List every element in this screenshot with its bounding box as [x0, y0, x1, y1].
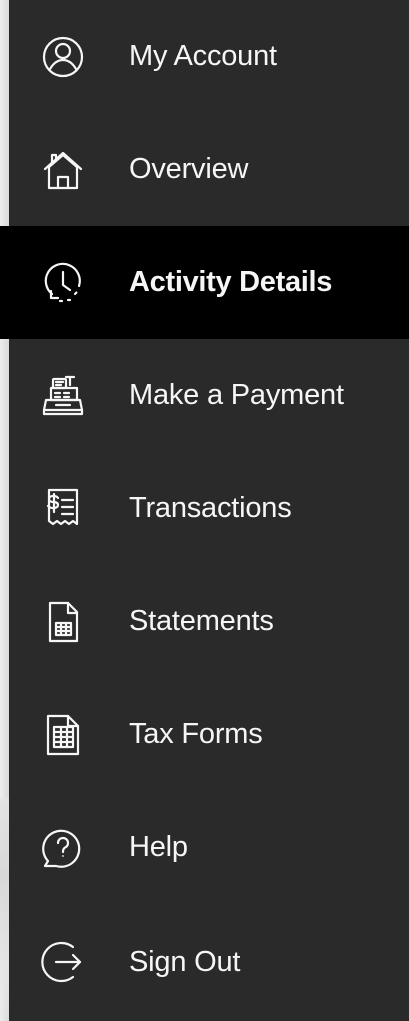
statement-document-icon: [40, 599, 86, 645]
menu-item-label: Make a Payment: [129, 379, 344, 411]
help-bubble-icon: [40, 825, 86, 871]
menu-item-label: Transactions: [129, 492, 292, 524]
menu-item-label: Tax Forms: [129, 718, 263, 750]
receipt-dollar-icon: [40, 486, 86, 532]
menu-item-overview[interactable]: Overview: [9, 113, 409, 226]
user-circle-icon: [40, 34, 86, 80]
menu-item-activity-details[interactable]: Activity Details: [0, 226, 409, 339]
menu-item-transactions[interactable]: Transactions: [9, 452, 409, 565]
menu-item-statements[interactable]: Statements: [9, 565, 409, 678]
home-icon: [40, 147, 86, 193]
cash-register-icon: [40, 373, 86, 419]
page: My Account Overview Activity Details Mak…: [0, 0, 409, 1021]
menu-item-label: My Account: [129, 40, 277, 72]
menu-item-tax-forms[interactable]: Tax Forms: [9, 678, 409, 791]
menu-item-label: Activity Details: [129, 266, 333, 298]
menu-item-label: Sign Out: [129, 945, 241, 978]
menu-item-label: Overview: [129, 153, 249, 185]
clock-history-icon: [40, 260, 86, 306]
tax-form-document-icon: [40, 712, 86, 758]
sign-out-icon: [40, 939, 86, 985]
menu-item-make-a-payment[interactable]: Make a Payment: [9, 339, 409, 452]
menu-item-my-account[interactable]: My Account: [9, 0, 409, 113]
menu-item-sign-out[interactable]: Sign Out: [9, 904, 409, 1020]
account-navigation-menu: My Account Overview Activity Details Mak…: [0, 0, 409, 1021]
menu-item-help[interactable]: Help: [9, 791, 409, 904]
menu-item-label: Help: [129, 831, 188, 863]
menu-item-label: Statements: [129, 605, 274, 637]
